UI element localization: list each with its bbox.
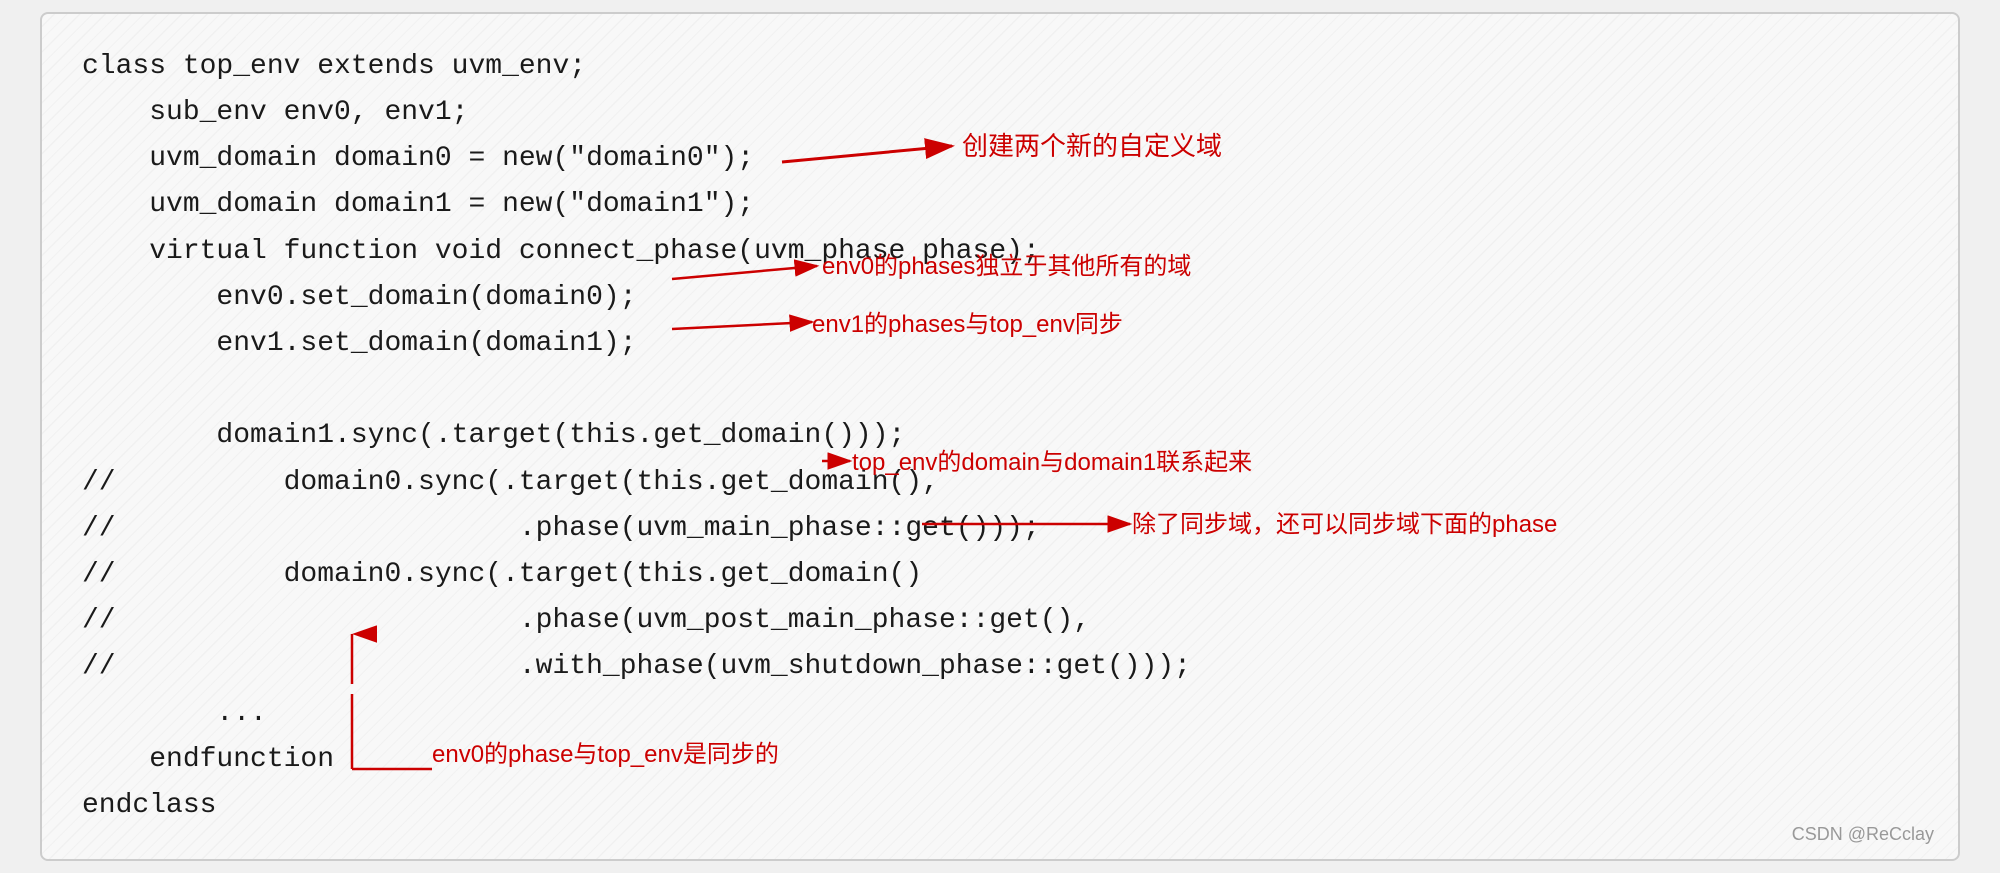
code-container: class top_env extends uvm_env; sub_env e… [40, 12, 1960, 861]
annotation-env1-phases: env1的phases与top_env同步 [812, 304, 1123, 339]
watermark: CSDN @ReCclay [1792, 824, 1934, 845]
annotation-sync-phase: 除了同步域，还可以同步域下面的phase [1132, 504, 1557, 539]
annotation-env0-sync: env0的phase与top_env是同步的 [432, 734, 779, 769]
annotation-create-domain: 创建两个新的自定义域 [962, 126, 1222, 163]
annotation-top-env-domain: top_env的domain与domain1联系起来 [852, 442, 1252, 477]
annotation-env0-phases: env0的phases独立于其他所有的域 [822, 246, 1191, 281]
